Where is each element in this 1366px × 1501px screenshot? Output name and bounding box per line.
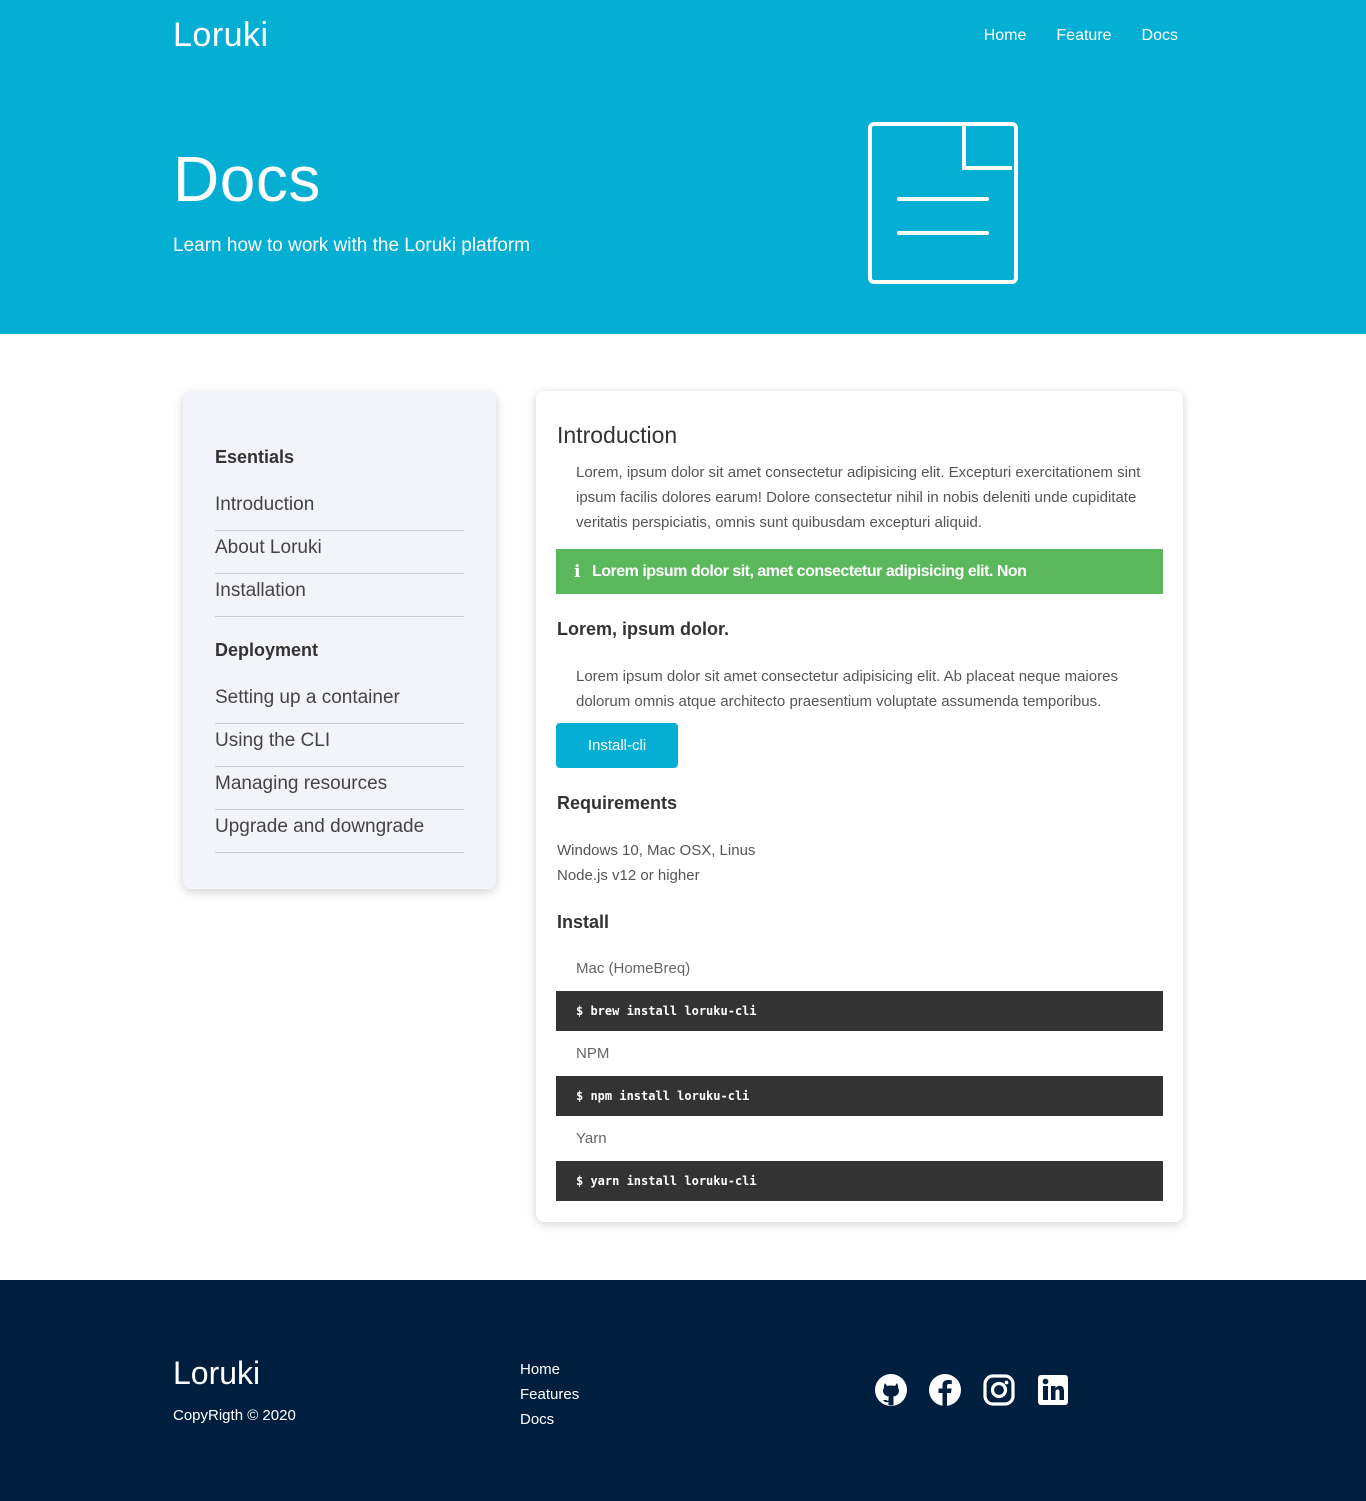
docs-sidebar: Esentials Introduction About Loruki Inst… (183, 391, 496, 889)
sidebar-item-using-cli[interactable]: Using the CLI (215, 724, 464, 767)
code-block-brew: $ brew install loruku-cli (556, 991, 1163, 1031)
success-alert: i Lorem ipsum dolor sit, amet consectetu… (556, 549, 1163, 594)
instagram-icon[interactable] (982, 1373, 1016, 1407)
install-heading: Install (557, 912, 610, 932)
nav-feature[interactable]: Feature (1056, 27, 1111, 45)
sidebar-group-title: Esentials (215, 447, 295, 467)
page-subtitle: Learn how to work with the Loruki platfo… (173, 235, 530, 256)
info-icon: i (574, 561, 580, 582)
nav-docs[interactable]: Docs (1142, 27, 1178, 45)
linkedin-icon[interactable] (1036, 1373, 1070, 1407)
install-label-yarn: Yarn (576, 1130, 607, 1147)
docs-content-card: Introduction Lorem, ipsum dolor sit amet… (536, 391, 1183, 1222)
footer-link-docs[interactable]: Docs (520, 1407, 579, 1432)
install-label-npm: NPM (576, 1045, 610, 1062)
requirement-item: Node.js v12 or higher (557, 867, 700, 884)
sidebar-item-managing-resources[interactable]: Managing resources (215, 767, 464, 810)
nav-home[interactable]: Home (984, 27, 1027, 45)
footer-link-home[interactable]: Home (520, 1357, 579, 1382)
site-footer: Loruki CopyRigth © 2020 Home Features Do… (0, 1280, 1366, 1501)
footer-nav: Home Features Docs (520, 1357, 579, 1432)
requirements-heading: Requirements (557, 793, 678, 813)
top-nav: Home Feature Docs (984, 27, 1178, 45)
alert-text: Lorem ipsum dolor sit, amet consectetur … (591, 562, 1027, 580)
footer-brand: Loruki (173, 1355, 261, 1391)
section-paragraph: Lorem ipsum dolor sit amet consectetur a… (576, 668, 1118, 710)
sidebar-item-installation[interactable]: Installation (215, 574, 464, 617)
document-icon (868, 122, 1018, 284)
hero-header: Loruki Home Feature Docs Docs Learn how … (0, 0, 1366, 334)
footer-copyright: CopyRigth © 2020 (173, 1407, 296, 1424)
social-links (874, 1373, 1070, 1407)
intro-paragraph: Lorem, ipsum dolor sit amet consectetur … (576, 464, 1141, 531)
github-icon[interactable] (874, 1373, 908, 1407)
facebook-icon[interactable] (928, 1373, 962, 1407)
code-block-npm: $ npm install loruku-cli (556, 1076, 1163, 1116)
page-title: Docs (173, 143, 321, 215)
sidebar-item-setting-up-container[interactable]: Setting up a container (215, 681, 464, 724)
install-cli-button[interactable]: Install-cli (556, 723, 678, 768)
section-heading: Lorem, ipsum dolor. (557, 619, 730, 639)
sidebar-item-upgrade-downgrade[interactable]: Upgrade and downgrade (215, 810, 464, 853)
footer-link-features[interactable]: Features (520, 1382, 579, 1407)
sidebar-item-about-loruki[interactable]: About Loruki (215, 531, 464, 574)
requirement-item: Windows 10, Mac OSX, Linus (557, 842, 756, 859)
brand-logo[interactable]: Loruki (173, 16, 269, 55)
install-label-mac: Mac (HomeBreq) (576, 960, 691, 977)
content-title: Introduction (557, 422, 678, 448)
sidebar-item-introduction[interactable]: Introduction (215, 488, 464, 531)
docs-main: Esentials Introduction About Loruki Inst… (0, 334, 1366, 1280)
requirements-list: Windows 10, Mac OSX, Linus Node.js v12 o… (557, 838, 755, 888)
sidebar-group-title: Deployment (215, 640, 319, 660)
code-block-yarn: $ yarn install loruku-cli (556, 1161, 1163, 1201)
